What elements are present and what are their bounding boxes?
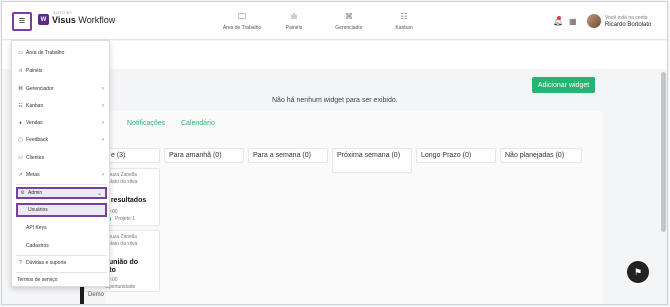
hamburger-icon: ≡ [18,15,26,27]
avatar[interactable] [587,14,601,28]
menu-divider [16,184,107,185]
sidebar-item-termos[interactable]: Termos de serviço [16,274,107,286]
app-window: ≡ W AUTO BY Visus Workflow 🖵 Área de Tra… [1,1,668,305]
trend-icon: ↗ [18,172,23,178]
menu-divider [16,272,107,273]
help-icon: ? [19,260,22,266]
monitor-icon: 🖵 [238,12,246,21]
flag-icon: ⚑ [633,266,643,277]
sidebar-item-clientes[interactable]: ⚇ Clientes [16,152,107,164]
chat-icon: ▢ [18,137,23,143]
sidebar-item-gerenciador[interactable]: ⌘ Gerenciador › [16,83,107,95]
chevron-right-icon: › [102,137,104,143]
app-logo[interactable]: W [38,14,49,25]
brand-name: Visus Workflow [52,15,116,25]
kanban-icon: ☷ [400,12,408,21]
sidebar-item-api-keys[interactable]: API Keys [16,222,107,234]
column-header: Longo Prazo (0) [416,148,496,163]
hierarchy-icon: ⌘ [18,86,23,92]
sidebar-item-area-de-trabalho[interactable]: ▭ Área de Trabalho [16,47,107,59]
column-header: Para a semana (0) [248,148,328,163]
gear-icon: ⚙ [20,190,25,196]
topnav-paineis[interactable]: ılı Painéis [266,12,322,32]
chevron-right-icon: › [102,172,104,178]
chevron-right-icon: › [102,120,104,126]
sidebar-item-cadastros[interactable]: Cadastros [16,240,107,252]
sidebar-menu: ▭ Área de Trabalho ıl Painéis ⌘ Gerencia… [11,40,110,287]
menu-divider [16,255,107,256]
chevron-right-icon: › [102,103,104,109]
empty-widgets-message: Não há nenhum widget para ser exibido. [272,97,398,104]
menu-toggle-button[interactable]: ≡ [12,12,32,31]
hierarchy-icon: ⌘ [345,12,353,21]
card-project: Projeto 1 [115,216,136,222]
chevron-right-icon: › [102,86,104,92]
tab-notificacoes[interactable]: Notificações [127,120,165,127]
column-header: e (3) [106,148,160,163]
feedback-fab-button[interactable]: ⚑ [627,261,649,283]
column-header: Para amanhã (0) [164,148,244,163]
sidebar-item-kanban[interactable]: ☷ Kanban › [16,100,107,112]
sidebar-item-feedback[interactable]: ▢ Feedback › [16,134,107,146]
tab-calendario[interactable]: Calendário [181,120,215,127]
topnav-area-de-trabalho[interactable]: 🖵 Área de Trabalho [214,12,270,32]
topnav-gerenciador[interactable]: ⌘ Gerenciador [321,12,377,32]
monitor-icon: ▭ [18,50,23,56]
apps-grid-icon[interactable]: ▦ [569,17,577,26]
tasks-panel [106,111,603,304]
topnav-kanban[interactable]: ☷ Kanban [376,12,432,32]
sidebar-item-duvidas-suporte[interactable]: ? Dúvidas e suporte [16,257,107,269]
chevron-down-icon: ⌄ [96,190,102,197]
demo-label: Demo [88,292,105,298]
sidebar-item-metas[interactable]: ↗ Metas › [16,169,107,181]
top-bar: ≡ W AUTO BY Visus Workflow 🖵 Área de Tra… [2,2,667,40]
sidebar-item-usuarios[interactable]: Usuários [16,203,107,217]
account-caption: Você está na conta [605,15,648,21]
card-title: e resultados [105,197,147,204]
notification-dot [557,16,561,20]
tag-icon: ⬧ [19,120,22,126]
column-header: Próxima semana (0) [332,148,412,173]
bar-chart-icon: ıl [19,68,22,74]
sidebar-item-admin[interactable]: ⚙ Admin ⌄ [16,187,107,199]
kanban-icon: ☷ [18,103,23,109]
column-header: Não planejadas (0) [500,148,582,163]
sidebar-item-paineis[interactable]: ıl Painéis [16,65,107,77]
users-icon: ⚇ [18,155,23,161]
account-name[interactable]: Ricardo Bortolato [605,22,651,28]
scrollbar[interactable] [661,72,666,232]
bar-chart-icon: ılı [290,12,298,21]
sidebar-item-vendas[interactable]: ⬧ Vendas › [16,117,107,129]
add-widget-button[interactable]: Adicionar widget [532,77,595,93]
